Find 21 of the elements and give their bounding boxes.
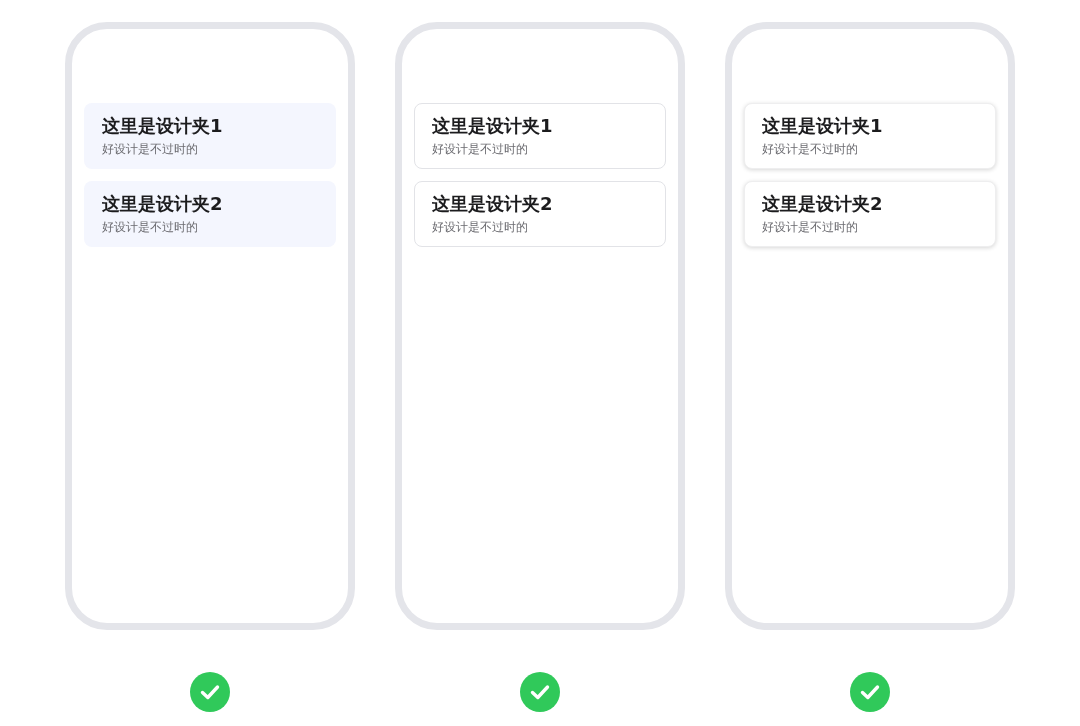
card-subtitle: 好设计是不过时的 xyxy=(432,219,529,235)
folder-card[interactable]: 这里是设计夹2 好设计是不过时的 xyxy=(414,181,666,247)
folder-card[interactable]: 这里是设计夹2 好设计是不过时的 xyxy=(84,181,336,247)
card-subtitle: 好设计是不过时的 xyxy=(102,141,199,157)
card-title: 这里是设计夹1 xyxy=(762,114,884,138)
card-subtitle: 好设计是不过时的 xyxy=(102,219,199,235)
folder-card[interactable]: 这里是设计夹1 好设计是不过时的 xyxy=(84,103,336,169)
checkmark-icon xyxy=(520,672,560,712)
folder-card[interactable]: 这里是设计夹1 好设计是不过时的 xyxy=(414,103,666,169)
card-title: 这里是设计夹2 xyxy=(762,192,884,216)
folder-card[interactable]: 这里是设计夹2 好设计是不过时的 xyxy=(744,181,996,247)
folder-card[interactable]: 这里是设计夹1 好设计是不过时的 xyxy=(744,103,996,169)
card-subtitle: 好设计是不过时的 xyxy=(762,219,859,235)
checkmark-icon xyxy=(850,672,890,712)
card-subtitle: 好设计是不过时的 xyxy=(432,141,529,157)
card-title: 这里是设计夹2 xyxy=(432,192,554,216)
checkmark-icon xyxy=(190,672,230,712)
card-title: 这里是设计夹1 xyxy=(432,114,554,138)
card-subtitle: 好设计是不过时的 xyxy=(762,141,859,157)
card-title: 这里是设计夹2 xyxy=(102,192,224,216)
card-title: 这里是设计夹1 xyxy=(102,114,224,138)
